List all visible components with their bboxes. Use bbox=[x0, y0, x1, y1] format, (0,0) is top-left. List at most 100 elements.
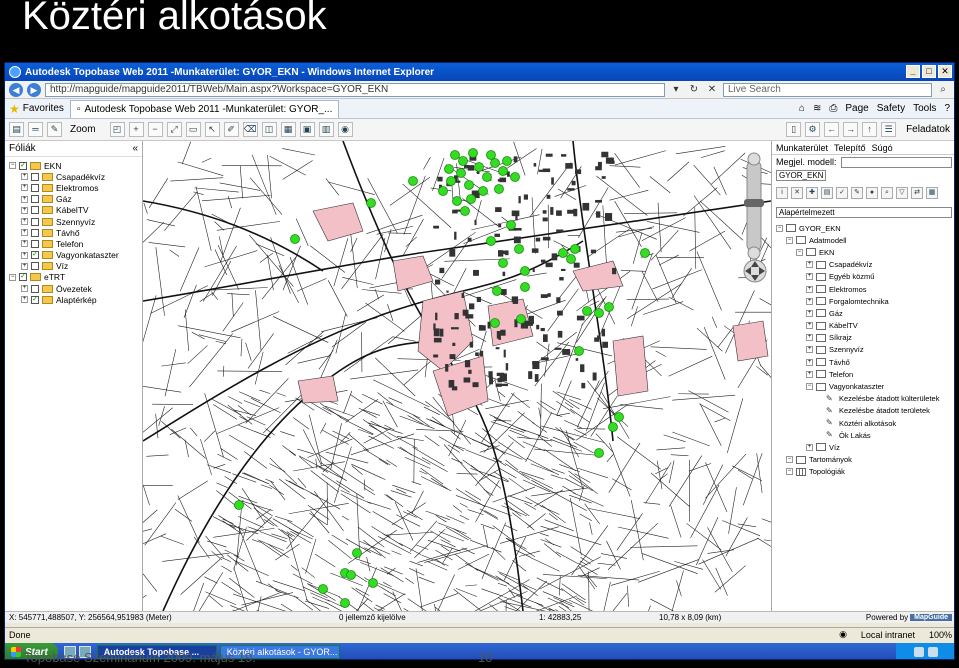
settings-icon[interactable]: ⚙ bbox=[805, 122, 821, 137]
grid-icon[interactable]: ▥ bbox=[318, 122, 334, 137]
layer-item[interactable]: + Víz bbox=[7, 261, 142, 272]
expand-icon[interactable]: + bbox=[21, 285, 28, 293]
expand-icon[interactable]: − bbox=[806, 383, 813, 391]
forward-arrow-icon[interactable]: → bbox=[843, 122, 859, 137]
page-menu[interactable]: Page bbox=[845, 103, 868, 114]
layer-icon[interactable]: ◫ bbox=[261, 122, 277, 137]
layer-checkbox[interactable] bbox=[31, 262, 39, 271]
feature-tree-item[interactable]: − GYOR_EKN bbox=[774, 222, 954, 234]
expand-icon[interactable]: + bbox=[21, 251, 28, 259]
expand-icon[interactable]: − bbox=[786, 456, 793, 464]
grid-icon[interactable]: ▦ bbox=[926, 187, 938, 199]
close-button[interactable]: ✕ bbox=[938, 65, 952, 78]
feature-tree-item[interactable]: + Elektromos bbox=[774, 283, 954, 295]
map-canvas[interactable] bbox=[143, 141, 771, 611]
feature-tree-item[interactable]: + Csapadékvíz bbox=[774, 259, 954, 271]
layer-item[interactable]: + Csapadékvíz bbox=[7, 171, 142, 182]
expand-icon[interactable]: + bbox=[806, 346, 813, 354]
pencil-icon[interactable]: ✎ bbox=[47, 122, 62, 137]
expand-icon[interactable]: + bbox=[21, 262, 28, 270]
zoom-in-icon[interactable]: + bbox=[128, 122, 144, 137]
home-icon[interactable]: ⌂ bbox=[799, 103, 805, 114]
pointer-icon[interactable]: ↖ bbox=[204, 122, 220, 137]
print-icon[interactable]: ▤ bbox=[9, 122, 24, 137]
image-icon[interactable]: ▣ bbox=[299, 122, 315, 137]
expand-icon[interactable]: + bbox=[21, 184, 28, 192]
expand-icon[interactable]: + bbox=[806, 309, 813, 317]
minimize-button[interactable]: _ bbox=[906, 65, 920, 78]
browser-tab[interactable]: ▫ Autodesk Topobase Web 2011 -Munkaterül… bbox=[69, 99, 340, 118]
tasks-icon[interactable]: ☰ bbox=[881, 122, 897, 137]
delete-icon[interactable]: ✕ bbox=[791, 187, 803, 199]
feature-tree-item[interactable]: + Síkrajz bbox=[774, 332, 954, 344]
open-icon[interactable]: ▤ bbox=[821, 187, 833, 199]
globe-icon[interactable]: ◉ bbox=[337, 122, 353, 137]
expand-icon[interactable]: + bbox=[806, 334, 813, 342]
feature-tree-item[interactable]: + Távhő bbox=[774, 356, 954, 368]
panel-tab[interactable]: Súgó bbox=[872, 143, 893, 153]
layer-item[interactable]: + Szennyvíz bbox=[7, 216, 142, 227]
expand-icon[interactable]: + bbox=[806, 261, 813, 269]
forward-icon[interactable]: ▶ bbox=[27, 82, 41, 97]
expand-icon[interactable]: − bbox=[776, 224, 783, 232]
expand-icon[interactable]: − bbox=[786, 468, 793, 476]
feature-tree-item[interactable]: + Forgalomtechnika bbox=[774, 295, 954, 307]
select-icon[interactable]: ◰ bbox=[109, 122, 125, 137]
tray-icon[interactable] bbox=[928, 647, 938, 657]
zoom-window-icon[interactable]: ▭ bbox=[185, 122, 201, 137]
expand-icon[interactable]: + bbox=[806, 358, 813, 366]
layer-checkbox[interactable] bbox=[31, 172, 39, 181]
layer-item[interactable]: − ✓ EKN bbox=[7, 160, 142, 171]
style-dropdown[interactable]: Alapértelmezett bbox=[776, 207, 952, 218]
feature-tree-item[interactable]: + Egyéb közmű bbox=[774, 271, 954, 283]
filter-icon[interactable]: ▽ bbox=[896, 187, 908, 199]
edit-icon[interactable]: ✐ bbox=[223, 122, 239, 137]
feature-tree-item[interactable]: − Vagyonkataszter bbox=[774, 380, 954, 392]
back-arrow-icon[interactable]: ← bbox=[824, 122, 840, 137]
help-icon[interactable]: ? bbox=[944, 103, 950, 114]
expand-icon[interactable]: + bbox=[806, 322, 813, 330]
zoom-extent-icon[interactable]: ⤢ bbox=[166, 122, 182, 137]
dot-icon[interactable]: ● bbox=[866, 187, 878, 199]
zoom-level[interactable]: 100% bbox=[929, 630, 952, 640]
tasks-button[interactable]: Feladatok bbox=[900, 124, 950, 135]
layer-item[interactable]: + KábelTV bbox=[7, 205, 142, 216]
expand-icon[interactable]: + bbox=[21, 195, 28, 203]
feature-tree-item[interactable]: + Telefon bbox=[774, 368, 954, 380]
layer-checkbox[interactable] bbox=[31, 228, 39, 237]
expand-icon[interactable]: + bbox=[806, 273, 813, 281]
panel-icon[interactable]: ▯ bbox=[786, 122, 802, 137]
expand-icon[interactable]: − bbox=[786, 236, 793, 244]
feature-tree-item[interactable]: + KábelTV bbox=[774, 320, 954, 332]
map-view[interactable] bbox=[143, 141, 771, 611]
up-icon[interactable]: ↑ bbox=[862, 122, 878, 137]
expand-icon[interactable]: + bbox=[806, 443, 813, 451]
maximize-button[interactable]: □ bbox=[922, 65, 936, 78]
feature-tree-item[interactable]: + Gáz bbox=[774, 307, 954, 319]
tray-icon[interactable] bbox=[914, 647, 924, 657]
layer-item[interactable]: + Telefon bbox=[7, 238, 142, 249]
layer-checkbox[interactable] bbox=[31, 195, 39, 204]
feature-tree-item[interactable]: − Topológiák bbox=[774, 466, 954, 478]
expand-icon[interactable]: + bbox=[21, 296, 28, 304]
feature-tree-item[interactable]: + Szennyvíz bbox=[774, 344, 954, 356]
dropdown-arrow-icon[interactable]: ▾ bbox=[669, 83, 683, 97]
search-input[interactable]: Live Search bbox=[723, 82, 932, 97]
feature-tree-item[interactable]: ✎ Kezelésbe átadott külterületek bbox=[774, 393, 954, 405]
search-icon[interactable]: ⌕ bbox=[936, 83, 950, 97]
layer-item[interactable]: + Elektromos bbox=[7, 182, 142, 193]
layer-item[interactable]: + Övezetek bbox=[7, 283, 142, 294]
feeds-icon[interactable]: ≋ bbox=[813, 103, 821, 114]
layer-checkbox[interactable]: ✓ bbox=[31, 251, 39, 260]
expand-icon[interactable]: + bbox=[21, 229, 28, 237]
layer-item[interactable]: + ✓ Alaptérkép bbox=[7, 294, 142, 305]
layer-item[interactable]: + ✓ Vagyonkataszter bbox=[7, 250, 142, 261]
link-icon[interactable]: ⇄ bbox=[911, 187, 923, 199]
map-icon[interactable]: ▦ bbox=[280, 122, 296, 137]
zoom-out-icon[interactable]: − bbox=[147, 122, 163, 137]
layer-checkbox[interactable] bbox=[31, 284, 39, 293]
expand-icon[interactable]: − bbox=[9, 162, 16, 170]
back-icon[interactable]: ◀ bbox=[9, 82, 23, 97]
panel-tab[interactable]: Munkaterület bbox=[776, 143, 828, 153]
new-icon[interactable]: ✚ bbox=[806, 187, 818, 199]
